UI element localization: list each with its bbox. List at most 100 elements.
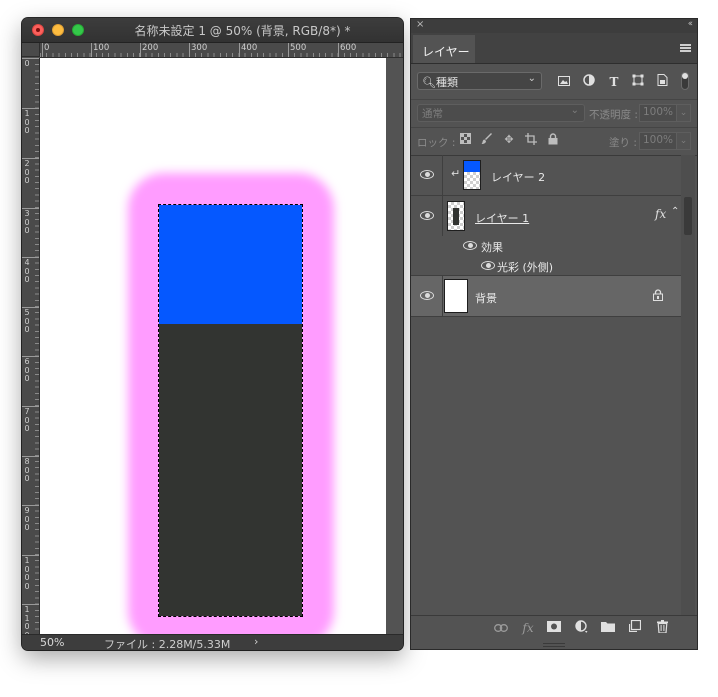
eye-icon[interactable] bbox=[463, 241, 477, 251]
canvas-scrollbar[interactable] bbox=[386, 58, 403, 634]
layer-1-thumbnail[interactable] bbox=[447, 201, 465, 231]
layers-scrollbar[interactable] bbox=[681, 155, 695, 615]
layer-filter-row: 🔍︎種類 ⌄ T bbox=[411, 63, 697, 100]
lock-row: ロック : ✥ 塗り : 100% ⌄ bbox=[411, 127, 697, 156]
background-thumbnail[interactable] bbox=[445, 280, 467, 312]
eye-icon bbox=[420, 170, 434, 180]
window-minimize-button[interactable] bbox=[52, 24, 64, 36]
tab-layers[interactable]: レイヤー bbox=[413, 35, 475, 63]
lock-label: ロック : bbox=[417, 137, 456, 149]
zoom-level[interactable]: 50% bbox=[40, 636, 84, 649]
layer-name[interactable]: レイヤー 1 bbox=[475, 210, 529, 226]
layer-row-layer-2[interactable]: ↵ レイヤー 2 bbox=[411, 155, 681, 196]
ruler-label: 800 bbox=[24, 457, 30, 483]
add-layer-mask-icon[interactable] bbox=[546, 620, 562, 636]
blend-mode-select[interactable]: 通常 ⌄ bbox=[417, 104, 585, 122]
ruler-label: 700 bbox=[24, 407, 30, 433]
ruler-label: 400 bbox=[241, 43, 258, 53]
adjustment-filter-icon[interactable] bbox=[581, 74, 597, 90]
filter-kind-select[interactable]: 🔍︎種類 ⌄ bbox=[417, 72, 542, 90]
layers-panel-footer: fx bbox=[411, 615, 697, 640]
window-zoom-button[interactable] bbox=[72, 24, 84, 36]
panel-tabbar: レイヤー bbox=[411, 33, 697, 64]
layer-row-background[interactable]: 背景 bbox=[411, 276, 681, 317]
document-title: 名称未設定 1 @ 50% (背景, RGB/8*) * bbox=[134, 24, 351, 38]
status-menu-arrow[interactable]: › bbox=[254, 635, 258, 648]
image-filter-icon[interactable] bbox=[556, 74, 572, 90]
lock-pixels-brush-icon[interactable] bbox=[480, 133, 494, 147]
new-group-folder-icon[interactable] bbox=[600, 620, 616, 636]
lock-all-icon[interactable] bbox=[546, 133, 560, 147]
ruler-label: 900 bbox=[24, 506, 30, 532]
ruler-label: 600 bbox=[24, 357, 30, 383]
layer-name[interactable]: 背景 bbox=[475, 290, 497, 306]
delete-layer-trash-icon[interactable] bbox=[654, 620, 670, 636]
horizontal-ruler[interactable]: 0 100 200 300 400 500 600 bbox=[40, 43, 403, 58]
layers-scroll-thumb[interactable] bbox=[684, 197, 692, 235]
panel-menu-icon[interactable] bbox=[680, 44, 691, 52]
blend-mode-value: 通常 bbox=[422, 108, 443, 120]
ruler-label: 400 bbox=[24, 258, 30, 284]
layers-list: ↵ レイヤー 2 レイヤー 1 fx ⌃ 効果 光彩 (外側) 背景 bbox=[411, 155, 697, 615]
ruler-label: 0 bbox=[44, 43, 50, 53]
eye-icon bbox=[420, 291, 434, 301]
eye-icon[interactable] bbox=[481, 261, 495, 271]
new-adjustment-layer-icon[interactable] bbox=[573, 620, 589, 636]
effect-outer-glow[interactable]: 光彩 (外側) bbox=[497, 259, 553, 275]
fill-label: 塗り : bbox=[609, 137, 637, 149]
layer-visibility-toggle[interactable] bbox=[411, 155, 443, 195]
opacity-input[interactable]: 100% bbox=[639, 104, 677, 122]
fill-input[interactable]: 100% bbox=[639, 132, 677, 150]
ruler-label: 200 bbox=[142, 43, 159, 53]
shape-filter-icon[interactable] bbox=[630, 74, 646, 90]
add-layer-style-icon[interactable]: fx bbox=[520, 620, 536, 636]
document-window: 名称未設定 1 @ 50% (背景, RGB/8*) * 0 100 200 3… bbox=[22, 18, 403, 650]
ruler-label: 300 bbox=[24, 209, 30, 235]
layer-visibility-toggle[interactable] bbox=[411, 196, 443, 236]
layer-row-layer-1[interactable]: レイヤー 1 fx ⌃ 効果 光彩 (外側) bbox=[411, 196, 681, 276]
smart-object-filter-icon[interactable] bbox=[654, 74, 670, 90]
clipping-mask-arrow-icon: ↵ bbox=[451, 167, 461, 180]
ruler-label: 1000 bbox=[24, 556, 30, 591]
fx-icon[interactable]: fx bbox=[655, 207, 666, 221]
ruler-label: 500 bbox=[24, 308, 30, 334]
ruler-label: 500 bbox=[290, 43, 307, 53]
ruler-label: 100 bbox=[24, 109, 30, 135]
layer-visibility-toggle[interactable] bbox=[411, 276, 443, 316]
layer-2-thumbnail[interactable] bbox=[463, 160, 481, 190]
panel-resize-grip[interactable] bbox=[411, 639, 697, 649]
search-icon: 🔍︎ bbox=[422, 76, 436, 89]
ruler-label: 600 bbox=[340, 43, 357, 53]
new-layer-icon[interactable] bbox=[627, 619, 643, 636]
document-titlebar[interactable]: 名称未設定 1 @ 50% (背景, RGB/8*) * bbox=[22, 18, 403, 43]
panel-collapse-icon[interactable]: ‹‹ bbox=[688, 19, 693, 29]
layers-panel: × ‹‹ レイヤー 🔍︎種類 ⌄ T 通常 ⌄ 不透明度 : 100% ⌄ ロッ… bbox=[410, 18, 698, 650]
chevron-down-icon[interactable]: ⌄ bbox=[677, 132, 691, 150]
chevron-down-icon[interactable]: ⌄ bbox=[677, 104, 691, 122]
ruler-origin[interactable] bbox=[22, 43, 40, 57]
file-size-info: ファイル : 2.28M/5.33M bbox=[104, 638, 231, 650]
opacity-label: 不透明度 : bbox=[589, 109, 638, 121]
document-canvas[interactable] bbox=[40, 58, 386, 634]
selection-marquee bbox=[158, 204, 303, 617]
panel-header[interactable]: × ‹‹ bbox=[411, 19, 697, 33]
window-close-button[interactable] bbox=[32, 24, 44, 36]
layer-name[interactable]: レイヤー 2 bbox=[491, 169, 545, 185]
filter-kind-label: 種類 bbox=[435, 76, 458, 89]
filter-toggle[interactable] bbox=[681, 72, 689, 90]
vertical-ruler[interactable]: 0 100 200 300 400 500 600 700 800 900 10… bbox=[22, 58, 40, 639]
blend-row: 通常 ⌄ 不透明度 : 100% ⌄ bbox=[411, 99, 697, 128]
ruler-label: 200 bbox=[24, 159, 30, 185]
effects-label: 効果 bbox=[481, 241, 503, 254]
type-filter-icon[interactable]: T bbox=[606, 74, 622, 90]
chevron-up-icon[interactable]: ⌃ bbox=[671, 206, 679, 217]
lock-position-move-icon[interactable]: ✥ bbox=[502, 133, 516, 147]
eye-icon bbox=[420, 211, 434, 221]
chevron-down-icon: ⌄ bbox=[527, 73, 536, 84]
lock-artboard-crop-icon[interactable] bbox=[524, 133, 538, 147]
panel-close-icon[interactable]: × bbox=[416, 19, 424, 30]
lock-transparency-icon[interactable] bbox=[458, 133, 472, 147]
lock-icon bbox=[653, 289, 663, 304]
link-layers-icon[interactable] bbox=[493, 620, 509, 636]
status-bar: 50% ファイル : 2.28M/5.33M › bbox=[22, 634, 403, 650]
